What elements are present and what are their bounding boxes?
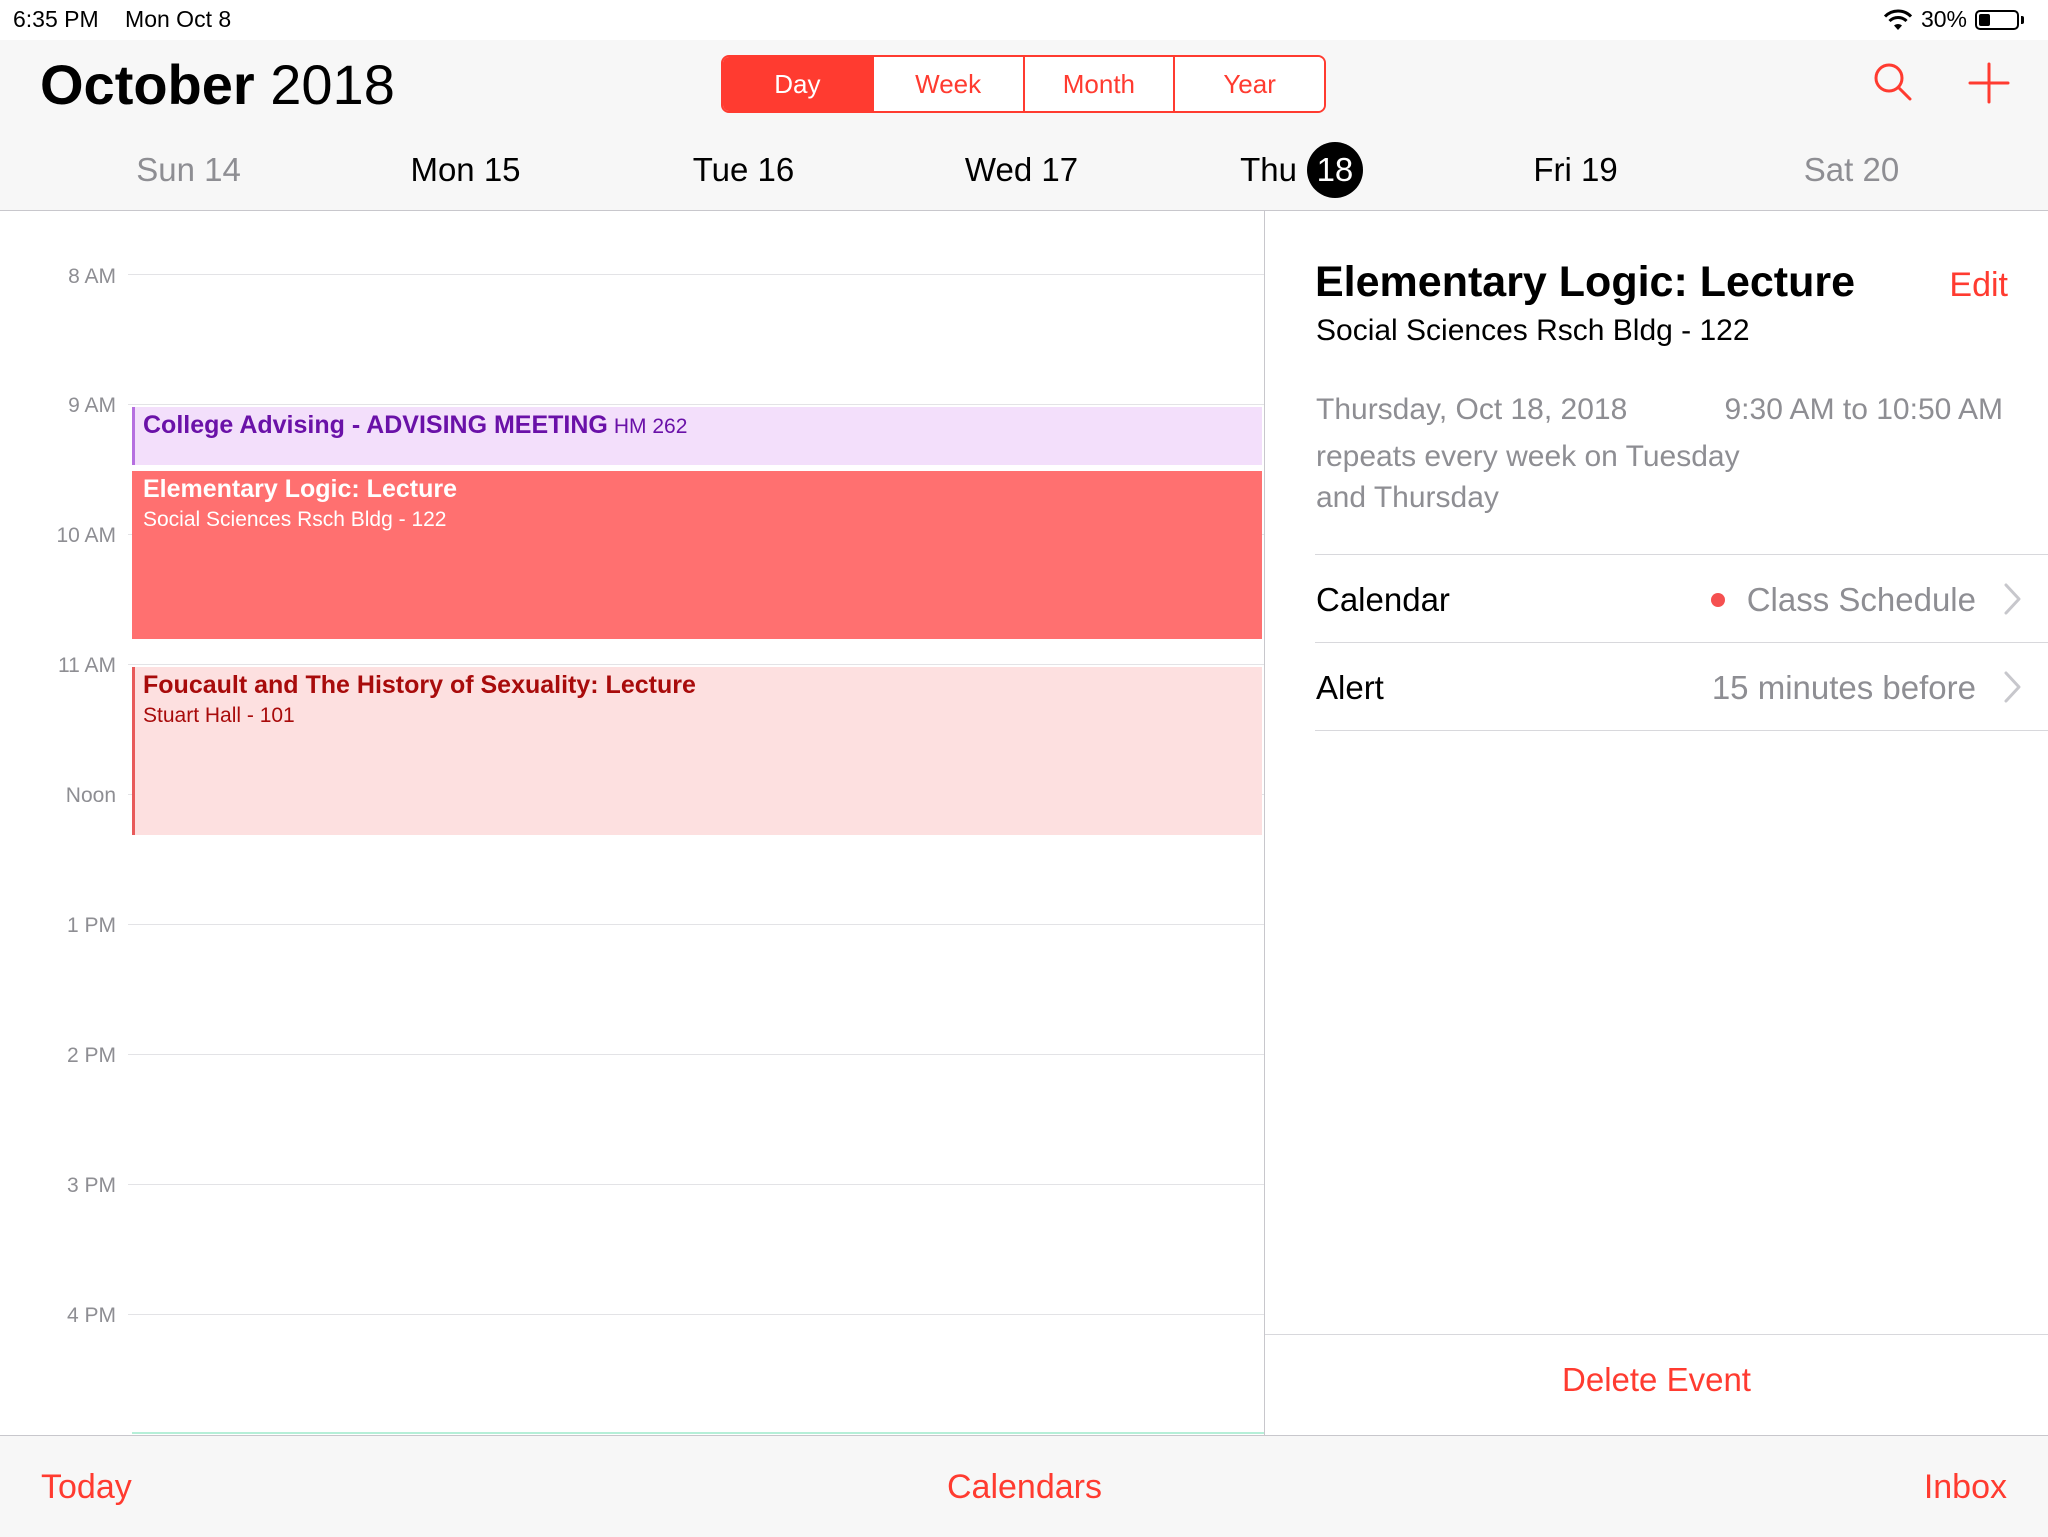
month-title[interactable]: October 2018 — [40, 52, 395, 117]
calendar-value: Class Schedule — [1710, 581, 1976, 619]
chevron-right-icon — [2004, 583, 2021, 615]
battery-percent: 30% — [1920, 6, 1967, 32]
status-date: Mon Oct 8 — [125, 6, 232, 32]
day-timeline[interactable]: 8 AM 9 AM 10 AM 11 AM Noon 1 PM 2 PM 3 P… — [0, 211, 1264, 1435]
chevron-right-icon — [2004, 671, 2021, 703]
calendars-button[interactable]: Calendars — [947, 1468, 1102, 1507]
calendar-header: October 2018 Day Week Month Year Sun 14 … — [0, 40, 2048, 211]
status-left: 6:35 PM Mon Oct 8 — [13, 6, 251, 33]
event-college-advising[interactable]: College Advising - ADVISING MEETING HM 26… — [132, 407, 1262, 465]
hour-line — [128, 1314, 1264, 1315]
hour-label: 4 PM — [66, 1304, 116, 1327]
alert-value: 15 minutes before — [1711, 669, 1976, 706]
search-icon[interactable] — [1868, 58, 1918, 108]
segment-week[interactable]: Week — [871, 57, 1023, 111]
segment-month[interactable]: Month — [1022, 57, 1174, 111]
hour-label: Noon — [65, 784, 116, 807]
event-detail-panel: Elementary Logic: Lecture Edit Social Sc… — [1265, 211, 2048, 1435]
hour-line — [128, 404, 1264, 405]
day-sat-20[interactable]: Sat 20 — [1713, 130, 1990, 210]
edit-button[interactable]: Edit — [1949, 266, 2008, 305]
add-icon[interactable] — [1964, 58, 2014, 108]
detail-title: Elementary Logic: Lecture — [1315, 258, 1856, 306]
hour-line — [128, 1184, 1264, 1185]
calendar-name: Class Schedule — [1746, 581, 1976, 618]
status-right: 30% — [1883, 6, 2024, 33]
hour-label: 9 AM — [68, 394, 116, 417]
calendar-row[interactable]: Calendar Class Schedule — [1315, 554, 2048, 643]
status-time: 6:35 PM — [13, 6, 99, 32]
detail-repeat: repeats every week on Tuesday and Thursd… — [1316, 440, 1740, 514]
event-title: College Advising - ADVISING MEETING — [143, 411, 608, 439]
event-elementary-logic[interactable]: Elementary Logic: Lecture Social Science… — [132, 471, 1262, 639]
delete-event-button[interactable]: Delete Event — [1265, 1361, 2048, 1399]
event-location: HM 262 — [613, 415, 688, 438]
detail-time: 9:30 AM to 10:50 AM — [1724, 393, 2003, 426]
year: 2018 — [270, 53, 395, 116]
segment-year[interactable]: Year — [1173, 57, 1324, 111]
alert-row[interactable]: Alert 15 minutes before — [1315, 642, 2048, 731]
hour-label: 11 AM — [58, 654, 116, 677]
day-sun-14[interactable]: Sun 14 — [50, 130, 327, 210]
bottom-toolbar: Today Calendars Inbox — [0, 1435, 2048, 1537]
week-strip: Sun 14 Mon 15 Tue 16 Wed 17 Thu 18 Fri 1… — [0, 130, 2048, 210]
day-thu-label: Thu — [1240, 151, 1297, 188]
day-wed-17[interactable]: Wed 17 — [883, 130, 1160, 210]
today-button[interactable]: Today — [41, 1468, 132, 1507]
battery-icon — [1975, 9, 2019, 30]
hour-line — [128, 1054, 1264, 1055]
calendar-label: Calendar — [1316, 581, 1450, 618]
delete-separator — [1265, 1334, 2048, 1335]
current-time-line — [132, 1432, 1264, 1434]
detail-location: Social Sciences Rsch Bldg - 122 — [1316, 314, 1750, 347]
event-foucault[interactable]: Foucault and The History of Sexuality: L… — [132, 667, 1262, 835]
calendar-color-dot — [1710, 593, 1725, 607]
hour-label: 8 AM — [68, 265, 116, 288]
day-tue-16[interactable]: Tue 16 — [605, 130, 882, 210]
hour-line — [128, 664, 1264, 665]
battery-tip — [2021, 15, 2024, 24]
hour-label: 2 PM — [66, 1044, 116, 1067]
inbox-button[interactable]: Inbox — [1924, 1468, 2007, 1507]
event-title: Elementary Logic: Lecture — [143, 475, 457, 503]
event-location: Social Sciences Rsch Bldg - 122 — [143, 508, 447, 531]
alert-label: Alert — [1316, 669, 1384, 706]
view-segmented-control: Day Week Month Year — [721, 55, 1326, 113]
segment-day[interactable]: Day — [723, 57, 872, 111]
hour-label: 10 AM — [56, 524, 116, 547]
wifi-icon — [1883, 9, 1913, 30]
selected-day-circle: 18 — [1306, 142, 1363, 198]
hour-line — [128, 924, 1264, 925]
event-location: Stuart Hall - 101 — [143, 704, 295, 727]
detail-date: Thursday, Oct 18, 2018 — [1316, 393, 1628, 426]
row-separator — [1315, 730, 2048, 732]
day-thu-18[interactable]: Thu 18 — [1163, 130, 1440, 210]
day-fri-19[interactable]: Fri 19 — [1437, 130, 1714, 210]
day-mon-15[interactable]: Mon 15 — [327, 130, 604, 210]
hour-label: 1 PM — [66, 914, 116, 937]
status-bar: 6:35 PM Mon Oct 8 30% — [0, 0, 2048, 40]
hour-label: 3 PM — [66, 1174, 116, 1197]
hour-line — [128, 274, 1264, 275]
month-name: October — [40, 53, 255, 116]
event-title: Foucault and The History of Sexuality: L… — [143, 671, 696, 699]
